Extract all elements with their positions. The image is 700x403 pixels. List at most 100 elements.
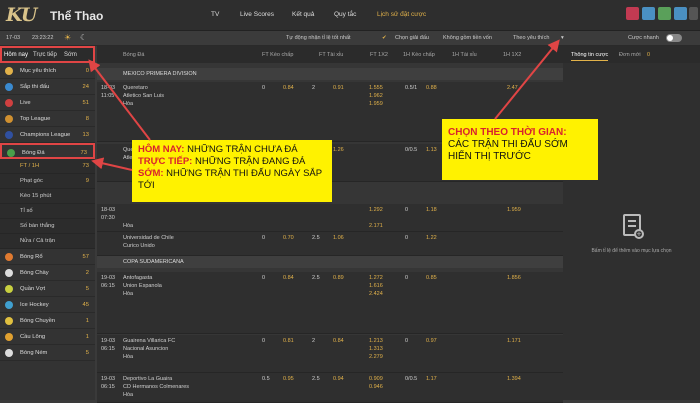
match-o2[interactable]: 1.06 — [333, 235, 344, 241]
match-away: CD Hermanos Colmenares — [123, 384, 190, 390]
match-x2[interactable]: 1.616 — [369, 283, 383, 289]
sidebar-item-volleyball[interactable]: Bóng Chuyền 1 — [0, 313, 95, 329]
gift-icon[interactable] — [626, 7, 639, 20]
sidebar-sub-half-full[interactable]: Nửa / Cả trận — [0, 234, 95, 249]
match-x2[interactable]: 1.962 — [369, 93, 383, 99]
match-x3[interactable]: 2.279 — [369, 354, 383, 360]
match-x3[interactable]: 1.959 — [369, 101, 383, 107]
match-t3[interactable]: 2.47 — [507, 85, 518, 91]
match-o2[interactable]: 0.84 — [333, 338, 344, 344]
sort-dropdown[interactable]: Theo yêu thích — [513, 35, 549, 41]
match-o3[interactable]: 1.17 — [426, 376, 437, 382]
match-x1[interactable]: 1.272 — [369, 275, 383, 281]
sidebar-item-champions-league[interactable]: Champions League 13 — [0, 127, 95, 143]
nav-rules[interactable]: Quy tắc — [334, 11, 356, 18]
match-x1[interactable]: 1.555 — [369, 85, 383, 91]
match-o3[interactable]: 1.13 — [426, 147, 437, 153]
quickbet-label: Cược nhanh — [628, 35, 659, 41]
sidebar-item-count: 51 — [82, 100, 89, 106]
clock-text: 23:23:22 — [32, 35, 54, 41]
nav-results[interactable]: Kết quả — [292, 11, 314, 18]
match-x3[interactable]: 2.171 — [369, 223, 383, 229]
match-o3[interactable]: 1.22 — [426, 235, 437, 241]
bet-slip-tabs: Thông tin cược Đơn mới 0 — [563, 46, 700, 63]
match-row: 18-03 07:30 Hòa 1.292 2.171 0 1.18 1.959 — [97, 204, 563, 232]
sidebar-item-tennis[interactable]: Quần Vợt 5 — [0, 281, 95, 297]
match-o3[interactable]: 0.88 — [426, 85, 437, 91]
match-o3[interactable]: 1.18 — [426, 207, 437, 213]
match-t3[interactable]: 1.394 — [507, 376, 521, 382]
match-h2: 2.5 — [312, 275, 320, 281]
tab-live[interactable]: Trực tiếp — [33, 52, 57, 58]
sidebar-sub-goals[interactable]: Số bàn thắng — [0, 219, 95, 234]
bet-slip-empty-icon: + — [623, 214, 644, 239]
callout-live-label: TRỰC TIẾP: — [138, 156, 193, 167]
star-icon — [5, 67, 13, 75]
sidebar-item-ice-hockey[interactable]: Ice Hockey 45 — [0, 297, 95, 313]
sidebar-item-football[interactable]: Bóng Đá 73 — [0, 143, 95, 159]
sidebar-item-top-league[interactable]: Top League 8 — [0, 111, 95, 127]
nav-tv[interactable]: TV — [211, 11, 219, 18]
tab-new-bets[interactable]: Đơn mới — [619, 52, 641, 58]
sidebar-sub-ft-1h[interactable]: FT / 1H 73 — [0, 159, 95, 174]
auto-odds-option[interactable]: Tự động nhận tỉ lệ tốt nhất — [286, 35, 351, 41]
match-t3[interactable]: 1.171 — [507, 338, 521, 344]
tab-today[interactable]: Hôm nay — [4, 52, 28, 58]
sun-icon[interactable]: ☀ — [64, 33, 71, 42]
odds-table: Bóng Đá FT Kèo chấp FT Tài xỉu FT 1X2 1H… — [97, 46, 563, 403]
match-o2[interactable]: 1.26 — [333, 147, 344, 153]
clock-icon — [5, 83, 13, 91]
tab-early[interactable]: Sớm — [64, 52, 77, 58]
tab-bet-info[interactable]: Thông tin cược — [571, 52, 609, 61]
match-o2[interactable]: 0.89 — [333, 275, 344, 281]
sidebar-item-handball[interactable]: Bóng Ném 5 — [0, 345, 95, 361]
sidebar-item-badminton[interactable]: Cầu Lông 1 — [0, 329, 95, 345]
exclude-stake-option[interactable]: Không gồm tiền vốn — [443, 35, 492, 41]
league-header[interactable]: MEXICO PRIMERA DIVISION — [97, 68, 563, 80]
select-league-option[interactable]: Chọn giải đấu — [395, 35, 429, 41]
match-o1[interactable]: 0.84 — [283, 275, 294, 281]
league-header[interactable]: COPA SUDAMERICANA — [97, 256, 563, 268]
match-o1[interactable]: 0.84 — [283, 85, 294, 91]
sidebar-item-favorites[interactable]: Mục yêu thích 0 — [0, 63, 95, 79]
nav-live-scores[interactable]: Live Scores — [240, 11, 274, 18]
match-o3[interactable]: 0.97 — [426, 338, 437, 344]
user-icon[interactable] — [658, 7, 671, 20]
sidebar-item-upcoming[interactable]: Sắp thi đấu 24 — [0, 79, 95, 95]
quickbet-toggle[interactable] — [666, 34, 682, 42]
match-x1[interactable]: 1.213 — [369, 338, 383, 344]
sidebar-item-label: Bóng Ném — [20, 350, 48, 356]
sidebar-sub-corners[interactable]: Phạt góc 9 — [0, 174, 95, 189]
sidebar-item-baseball[interactable]: Bóng Chày 2 — [0, 265, 95, 281]
sidebar-sub-score[interactable]: Tỉ số — [0, 204, 95, 219]
moon-icon[interactable]: ☾ — [80, 33, 87, 42]
match-o2[interactable]: 0.94 — [333, 376, 344, 382]
col-ft-1x2: FT 1X2 — [370, 52, 388, 58]
sidebar-sub-15min[interactable]: Kèo 15 phút — [0, 189, 95, 204]
match-o1[interactable]: 0.70 — [283, 235, 294, 241]
col-ft-handicap: FT Kèo chấp — [262, 52, 294, 58]
sidebar-item-live[interactable]: Live 51 — [0, 95, 95, 111]
match-o1[interactable]: 0.95 — [283, 376, 294, 382]
match-time: 11:05 — [101, 93, 115, 99]
match-x2[interactable]: 1.313 — [369, 346, 383, 352]
sport-icon[interactable] — [642, 7, 655, 20]
sidebar-item-label: Champions League — [20, 132, 71, 138]
brand-logo[interactable]: KU — [6, 4, 37, 26]
match-o3[interactable]: 0.85 — [426, 275, 437, 281]
match-t3[interactable]: 1.856 — [507, 275, 521, 281]
match-x1[interactable]: 0.909 — [369, 376, 383, 382]
match-x3[interactable]: 2.424 — [369, 291, 383, 297]
match-o1[interactable]: 0.81 — [283, 338, 294, 344]
nav-bet-history[interactable]: Lịch sử đặt cược — [377, 11, 426, 18]
flag-icon[interactable] — [674, 7, 687, 20]
sidebar-item-basketball[interactable]: Bóng Rổ 57 — [0, 249, 95, 265]
match-x2[interactable]: 0.946 — [369, 384, 383, 390]
menu-icon[interactable] — [689, 7, 698, 20]
match-t3[interactable]: 1.959 — [507, 207, 521, 213]
table-header: Bóng Đá FT Kèo chấp FT Tài xỉu FT 1X2 1H… — [97, 46, 563, 63]
match-x1[interactable]: 1.292 — [369, 207, 383, 213]
volleyball-icon — [5, 317, 13, 325]
match-o2[interactable]: 0.91 — [333, 85, 344, 91]
chevron-down-icon[interactable]: ▾ — [561, 35, 564, 41]
